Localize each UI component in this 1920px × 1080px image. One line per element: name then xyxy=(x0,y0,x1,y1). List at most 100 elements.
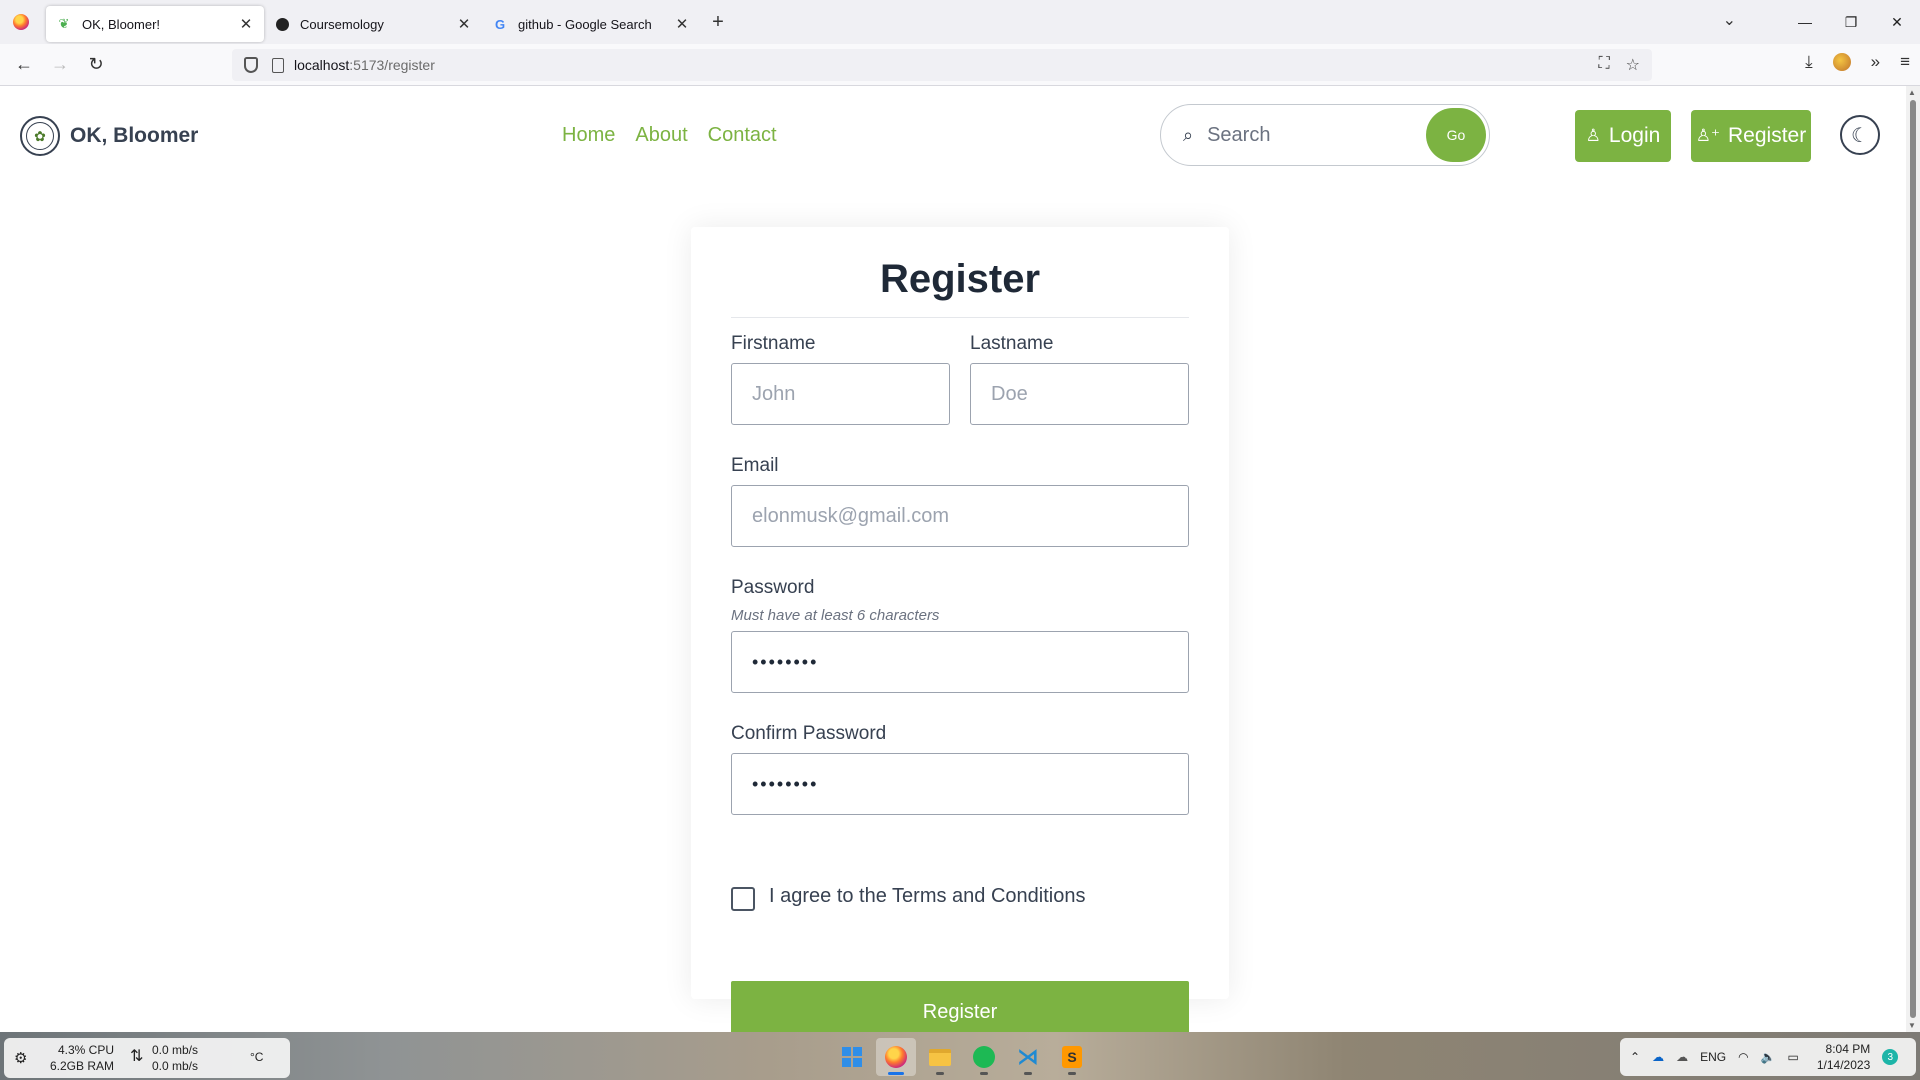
window-controls: — ❐ ✕ xyxy=(1782,0,1920,44)
scroll-down-icon[interactable]: ▼ xyxy=(1908,1021,1916,1030)
lastname-label: Lastname xyxy=(970,333,1054,354)
reload-icon[interactable]: ↻ xyxy=(78,54,114,75)
cpu-icon: ⚙ xyxy=(14,1050,28,1067)
new-tab-icon[interactable]: + xyxy=(704,8,732,36)
page-content: ✿ OK, Bloomer Home About Contact ⌕ Searc… xyxy=(0,86,1906,1043)
download-icon[interactable]: ⤓ xyxy=(1805,52,1813,72)
register-nav-button[interactable]: ♙⁺ Register xyxy=(1691,110,1811,162)
scrollbar-thumb[interactable] xyxy=(1910,100,1916,1018)
close-window-icon[interactable]: ✕ xyxy=(1874,14,1920,31)
form-title: Register xyxy=(879,257,1041,301)
vscode-icon[interactable]: ⋊ xyxy=(1008,1038,1048,1076)
cpu-label: CPU xyxy=(88,1043,114,1057)
firefox-taskbar-icon[interactable] xyxy=(876,1038,916,1076)
temperature-value: °C xyxy=(250,1050,264,1064)
net-down-value: 0.0 mb/s xyxy=(152,1059,199,1073)
browser-tab-bar: ❦ OK, Bloomer! ✕ Coursemology ✕ G github… xyxy=(0,0,1920,44)
ram-label: RAM xyxy=(87,1059,114,1073)
nav-about-link[interactable]: About xyxy=(635,124,687,147)
firefox-icon[interactable] xyxy=(13,14,29,30)
email-label: Email xyxy=(731,455,779,476)
scroll-up-icon[interactable]: ▲ xyxy=(1908,88,1916,97)
divider xyxy=(731,317,1189,318)
register-label: Register xyxy=(1728,124,1807,147)
brand-name: OK, Bloomer xyxy=(70,124,199,147)
browser-toolbar: ← → ↻ localhost:5173/register ⛶ ☆ ⤓ » ≡ xyxy=(0,44,1920,86)
volume-icon[interactable]: 🔈 xyxy=(1761,1050,1776,1064)
overflow-chevron-icon[interactable]: » xyxy=(1871,52,1880,72)
forward-icon[interactable]: → xyxy=(42,54,78,75)
address-bar[interactable]: localhost:5173/register ⛶ ☆ xyxy=(232,49,1652,81)
terms-checkbox[interactable] xyxy=(731,887,755,911)
system-tray: ⌃ ☁ ☁ ENG ◠ 🔈 ▭ 8:04 PM 1/14/2023 3 xyxy=(1620,1038,1916,1076)
shield-icon[interactable] xyxy=(244,57,258,73)
logo-icon: ✿ xyxy=(20,116,60,156)
menu-icon[interactable]: ≡ xyxy=(1900,52,1910,72)
url-path: :5173/register xyxy=(349,57,435,73)
search-box: ⌕ Search Go xyxy=(1160,104,1490,166)
close-tab-icon[interactable]: ✕ xyxy=(456,15,472,33)
file-explorer-icon[interactable] xyxy=(920,1038,960,1076)
password-label: Password xyxy=(731,577,815,598)
search-input[interactable]: Search xyxy=(1207,124,1426,147)
taskbar: ⚙ 4.3% CPU 6.2GB RAM ⇅ 0.0 mb/s 0.0 mb/s… xyxy=(0,1032,1920,1080)
wifi-icon[interactable]: ◠ xyxy=(1738,1050,1748,1064)
translate-icon[interactable]: ⛶ xyxy=(1598,55,1609,75)
net-up-value: 0.0 mb/s xyxy=(152,1043,199,1057)
search-icon: ⌕ xyxy=(1183,124,1194,145)
windows-start-icon[interactable] xyxy=(832,1038,872,1076)
password-input[interactable]: •••••••• xyxy=(731,631,1189,693)
ram-value: 6.2GB xyxy=(49,1059,84,1073)
back-icon[interactable]: ← xyxy=(6,54,42,75)
spotify-icon[interactable] xyxy=(964,1038,1004,1076)
password-hint: Must have at least 6 characters xyxy=(731,607,940,624)
page-scrollbar[interactable]: ▲ ▼ xyxy=(1906,86,1920,1032)
leaf-icon: ❦ xyxy=(58,16,70,31)
extension-icon[interactable] xyxy=(1832,53,1851,71)
brand[interactable]: ✿ OK, Bloomer xyxy=(20,116,198,156)
network-arrows-icon: ⇅ xyxy=(130,1048,144,1065)
confirm-password-input[interactable]: •••••••• xyxy=(731,753,1189,815)
sublime-text-icon[interactable]: S xyxy=(1052,1038,1092,1076)
chevron-up-icon[interactable]: ⌃ xyxy=(1630,1050,1640,1064)
language-indicator[interactable]: ENG xyxy=(1700,1050,1726,1064)
register-card: Register Firstname John Lastname Doe Ema… xyxy=(691,227,1229,1043)
list-all-tabs-icon[interactable]: ⌄ xyxy=(1723,10,1736,30)
confirm-password-label: Confirm Password xyxy=(731,723,887,744)
nav-contact-link[interactable]: Contact xyxy=(708,124,777,147)
onedrive-icon[interactable]: ☁ xyxy=(1652,1050,1664,1064)
clock[interactable]: 8:04 PM 1/14/2023 xyxy=(1817,1041,1870,1073)
main-nav: Home About Contact xyxy=(562,124,777,147)
tab-title: Coursemology xyxy=(300,16,384,32)
tab-title: github - Google Search xyxy=(518,16,652,32)
login-button[interactable]: ♙ Login xyxy=(1575,110,1671,162)
battery-icon[interactable]: ▭ xyxy=(1788,1050,1799,1064)
dark-mode-toggle-icon[interactable]: ☾ xyxy=(1840,115,1880,155)
tab-coursemology[interactable]: Coursemology ✕ xyxy=(264,6,482,42)
email-input[interactable]: elonmusk@gmail.com xyxy=(731,485,1189,547)
restore-icon[interactable]: ❐ xyxy=(1828,14,1874,31)
tab-ok-bloomer[interactable]: ❦ OK, Bloomer! ✕ xyxy=(46,6,264,42)
login-label: Login xyxy=(1608,124,1661,147)
page-icon[interactable] xyxy=(272,57,284,73)
lastname-input[interactable]: Doe xyxy=(970,363,1189,425)
minimize-icon[interactable]: — xyxy=(1782,14,1828,30)
user-plus-icon: ♙⁺ xyxy=(1695,126,1720,145)
time-text: 8:04 PM xyxy=(1825,1042,1871,1056)
firstname-input[interactable]: John xyxy=(731,363,950,425)
nav-home-link[interactable]: Home xyxy=(562,124,615,147)
tab-github-search[interactable]: G github - Google Search ✕ xyxy=(482,6,700,42)
coursemology-icon xyxy=(274,16,290,32)
bookmark-star-icon[interactable]: ☆ xyxy=(1626,55,1640,75)
taskbar-apps: ⋊ S xyxy=(832,1038,1092,1076)
notification-badge[interactable]: 3 xyxy=(1882,1049,1899,1065)
onedrive-personal-icon[interactable]: ☁ xyxy=(1676,1050,1688,1064)
close-tab-icon[interactable]: ✕ xyxy=(674,15,690,33)
search-go-button[interactable]: Go xyxy=(1426,108,1486,162)
system-monitor-widget[interactable]: ⚙ 4.3% CPU 6.2GB RAM ⇅ 0.0 mb/s 0.0 mb/s… xyxy=(4,1038,290,1078)
terms-label[interactable]: I agree to the Terms and Conditions xyxy=(769,885,1085,908)
cpu-value: 4.3% xyxy=(57,1043,86,1057)
close-tab-icon[interactable]: ✕ xyxy=(238,15,254,33)
firstname-label: Firstname xyxy=(731,333,816,354)
date-text: 1/14/2023 xyxy=(1816,1058,1871,1072)
